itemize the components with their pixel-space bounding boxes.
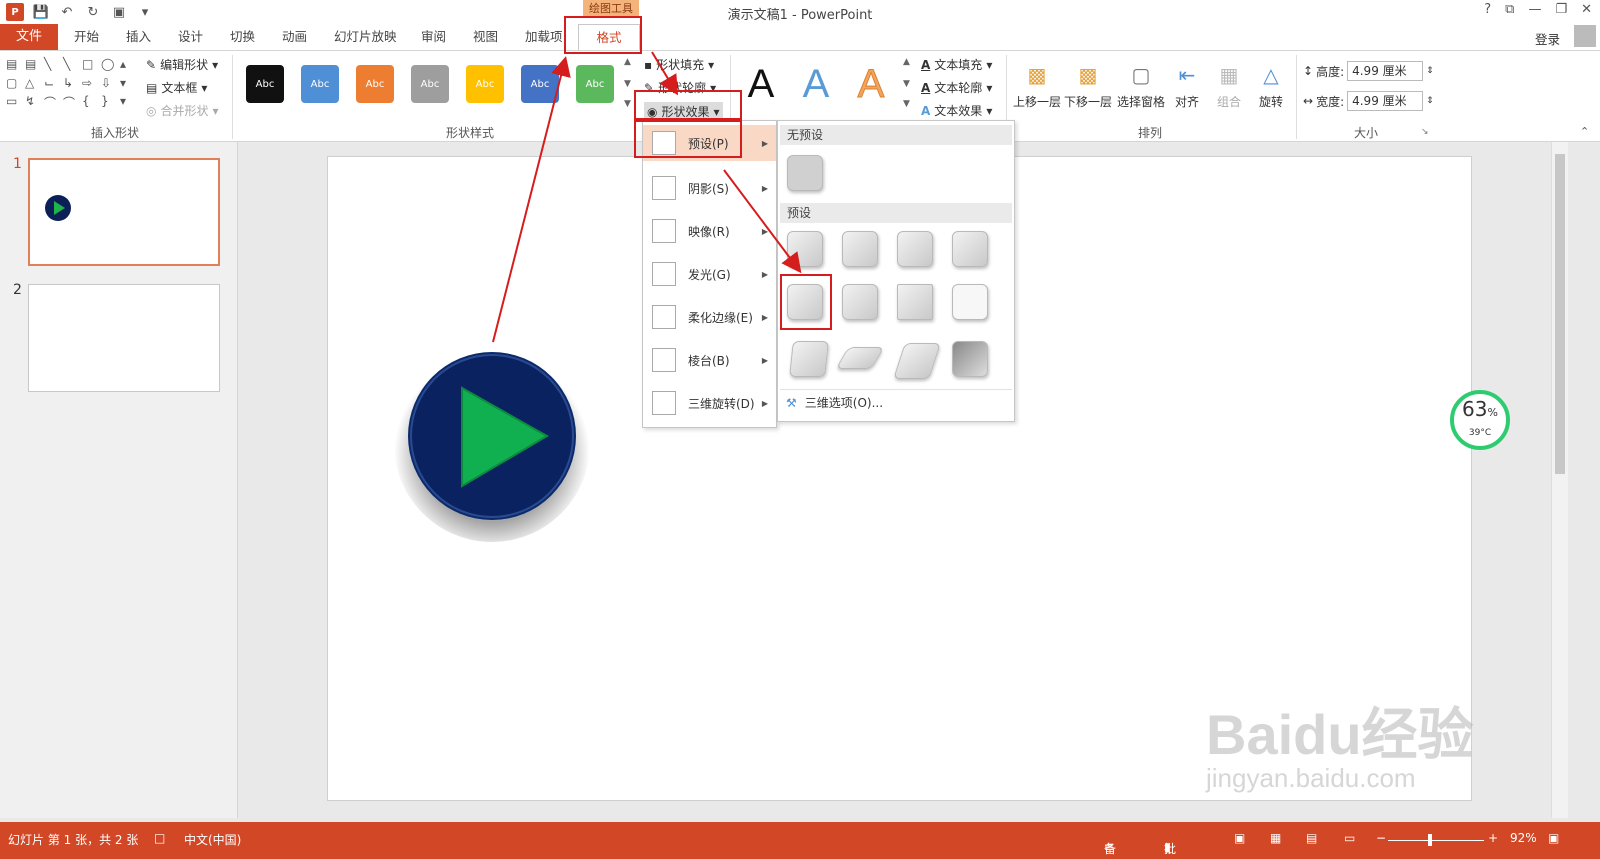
- language-indicator[interactable]: 中文(中国): [184, 831, 241, 848]
- reading-view-icon[interactable]: ▤: [1306, 831, 1317, 845]
- zoom-level[interactable]: 92%: [1510, 831, 1537, 845]
- slide-counter: 幻灯片 第 1 张，共 2 张: [8, 833, 139, 847]
- slideshow-icon[interactable]: ▭: [1344, 831, 1355, 845]
- normal-view-icon[interactable]: ▣: [1234, 831, 1245, 845]
- zoom-slider[interactable]: [1388, 840, 1484, 841]
- temperature-label: 39°C: [1468, 428, 1492, 438]
- watermark-logo: Baidu经验: [1206, 703, 1474, 766]
- watermark-url: jingyan.baidu.com: [1206, 763, 1416, 793]
- zoom-out-icon[interactable]: −: [1376, 831, 1386, 845]
- status-bar: 幻灯片 第 1 张，共 2 张 □ 中文(中国) ≡ 备注 ▮ 批注 ▣ ▦ ▤…: [0, 822, 1600, 859]
- zoom-in-icon[interactable]: +: [1488, 831, 1498, 845]
- zoom-slider-thumb[interactable]: [1428, 834, 1432, 846]
- spellcheck-icon[interactable]: □: [154, 831, 165, 845]
- fit-to-window-icon[interactable]: ▣: [1548, 831, 1559, 845]
- system-monitor-badge[interactable]: 63% 39°C: [1450, 390, 1510, 450]
- slide-sorter-icon[interactable]: ▦: [1270, 831, 1281, 845]
